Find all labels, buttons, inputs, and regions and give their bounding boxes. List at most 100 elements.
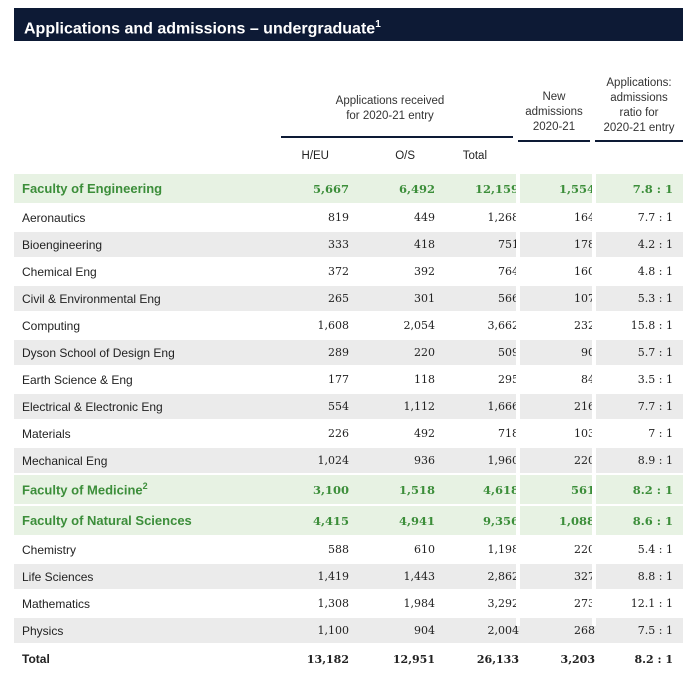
- row-name: Civil & Environmental Eng: [14, 285, 272, 313]
- footnote-marker: 2: [142, 481, 148, 492]
- cell-os: 220: [358, 339, 444, 367]
- table-row: Materials 226 492 718 103 7 : 1: [14, 420, 683, 448]
- cell-os: 936: [358, 447, 444, 475]
- ratio-header-rule: [595, 140, 683, 142]
- table-row-faculty-medicine: Faculty of Medicine2 3,100 1,518 4,618 5…: [14, 474, 683, 506]
- title-footnote: 1: [375, 19, 381, 30]
- header-new-admissions: New admissions 2020-21: [518, 90, 590, 135]
- row-name: Dyson School of Design Eng: [14, 339, 272, 367]
- table-row: Dyson School of Design Eng 289 220 509 9…: [14, 339, 683, 367]
- cell-heu: 4,415: [272, 505, 358, 537]
- cell-heu: 3,100: [272, 474, 358, 506]
- cell-heu: 372: [272, 258, 358, 286]
- cell-ratio: 5.4 : 1: [604, 536, 683, 564]
- cell-os: 449: [358, 204, 444, 232]
- cell-ratio: 5.3 : 1: [604, 285, 683, 313]
- cell-ratio: 8.8 : 1: [604, 563, 683, 591]
- header-newadm-line2: admissions: [525, 106, 583, 118]
- cell-heu: 1,100: [272, 617, 358, 645]
- table-row-faculty-natural-sciences: Faculty of Natural Sciences 4,415 4,941 …: [14, 505, 683, 537]
- cell-ratio: 7.7 : 1: [604, 204, 683, 232]
- title-text: Applications and admissions – undergradu…: [24, 20, 376, 38]
- row-name: Chemistry: [14, 536, 272, 564]
- admissions-table: Faculty of Engineering 5,667 6,492 12,15…: [14, 174, 683, 675]
- col-header-heu: H/EU: [301, 150, 329, 162]
- cell-ratio: 8.2 : 1: [604, 643, 683, 675]
- cell-heu: 819: [272, 204, 358, 232]
- header-newadm-line3: 2020-21: [532, 121, 576, 133]
- header-ratio-line1: Applications:: [606, 77, 672, 89]
- header-ratio: Applications: admissions ratio for 2020-…: [595, 76, 683, 136]
- row-name: Mathematics: [14, 590, 272, 618]
- header-group-line1: Applications received: [335, 95, 445, 107]
- col-header-total: Total: [462, 150, 487, 162]
- row-name: Computing: [14, 312, 272, 340]
- cell-os: 1,112: [358, 393, 444, 421]
- cell-new: 3,203: [528, 643, 604, 675]
- cell-ratio: 7.8 : 1: [604, 174, 683, 205]
- cell-ratio: 5.7 : 1: [604, 339, 683, 367]
- cell-heu: 588: [272, 536, 358, 564]
- table-title: Applications and admissions – undergradu…: [14, 8, 683, 41]
- table-row: Chemistry 588 610 1,198 220 5.4 : 1: [14, 536, 683, 564]
- row-name: Earth Science & Eng: [14, 366, 272, 394]
- cell-ratio: 8.9 : 1: [604, 447, 683, 475]
- cell-os: 392: [358, 258, 444, 286]
- row-name: Materials: [14, 420, 272, 448]
- row-name: Life Sciences: [14, 563, 272, 591]
- cell-heu: 265: [272, 285, 358, 313]
- table-row-total: Total 13,182 12,951 26,133 3,203 8.2 : 1: [14, 643, 683, 675]
- table-row: Mathematics 1,308 1,984 3,292 273 12.1 :…: [14, 590, 683, 618]
- table-row: Aeronautics 819 449 1,268 164 7.7 : 1: [14, 204, 683, 232]
- cell-heu: 289: [272, 339, 358, 367]
- cell-heu: 13,182: [272, 643, 358, 675]
- table-row: Chemical Eng 372 392 764 160 4.8 : 1: [14, 258, 683, 286]
- cell-ratio: 8.6 : 1: [604, 505, 683, 537]
- column-gutter: [516, 174, 520, 626]
- table-row: Earth Science & Eng 177 118 295 84 3.5 :…: [14, 366, 683, 394]
- cell-os: 610: [358, 536, 444, 564]
- cell-ratio: 7.5 : 1: [604, 617, 683, 645]
- cell-heu: 1,419: [272, 563, 358, 591]
- cell-ratio: 4.2 : 1: [604, 231, 683, 259]
- table-row: Computing 1,608 2,054 3,662 232 15.8 : 1: [14, 312, 683, 340]
- cell-os: 301: [358, 285, 444, 313]
- cell-ratio: 4.8 : 1: [604, 258, 683, 286]
- row-name: Faculty of Natural Sciences: [14, 505, 272, 537]
- row-name: Physics: [14, 617, 272, 645]
- table-row: Bioengineering 333 418 751 178 4.2 : 1: [14, 231, 683, 259]
- row-name-text: Faculty of Medicine: [22, 482, 143, 498]
- cell-os: 2,054: [358, 312, 444, 340]
- header-ratio-line2: admissions: [610, 92, 668, 104]
- table-row: Life Sciences 1,419 1,443 2,862 327 8.8 …: [14, 563, 683, 591]
- group-header-rule: [281, 136, 513, 138]
- cell-os: 904: [358, 617, 444, 645]
- row-name: Total: [14, 643, 272, 675]
- cell-total: 26,133: [444, 643, 528, 675]
- header-newadm-line1: New: [542, 91, 566, 103]
- header-applications-received: Applications received for 2020-21 entry: [320, 94, 460, 124]
- cell-heu: 554: [272, 393, 358, 421]
- cell-heu: 5,667: [272, 174, 358, 205]
- cell-ratio: 7 : 1: [604, 420, 683, 448]
- column-gutter: [592, 174, 596, 626]
- cell-heu: 226: [272, 420, 358, 448]
- table-row: Electrical & Electronic Eng 554 1,112 1,…: [14, 393, 683, 421]
- table-row-faculty-engineering: Faculty of Engineering 5,667 6,492 12,15…: [14, 174, 683, 205]
- cell-os: 4,941: [358, 505, 444, 537]
- cell-os: 12,951: [358, 643, 444, 675]
- row-name: Bioengineering: [14, 231, 272, 259]
- cell-ratio: 15.8 : 1: [604, 312, 683, 340]
- cell-ratio: 7.7 : 1: [604, 393, 683, 421]
- cell-os: 492: [358, 420, 444, 448]
- newadm-header-rule: [518, 140, 590, 142]
- cell-heu: 1,608: [272, 312, 358, 340]
- cell-os: 418: [358, 231, 444, 259]
- table-row: Mechanical Eng 1,024 936 1,960 220 8.9 :…: [14, 447, 683, 475]
- row-name: Mechanical Eng: [14, 447, 272, 475]
- table-row: Physics 1,100 904 2,004 268 7.5 : 1: [14, 617, 683, 645]
- cell-heu: 1,024: [272, 447, 358, 475]
- row-name: Electrical & Electronic Eng: [14, 393, 272, 421]
- cell-ratio: 3.5 : 1: [604, 366, 683, 394]
- header-group-line2: for 2020-21 entry: [346, 110, 434, 122]
